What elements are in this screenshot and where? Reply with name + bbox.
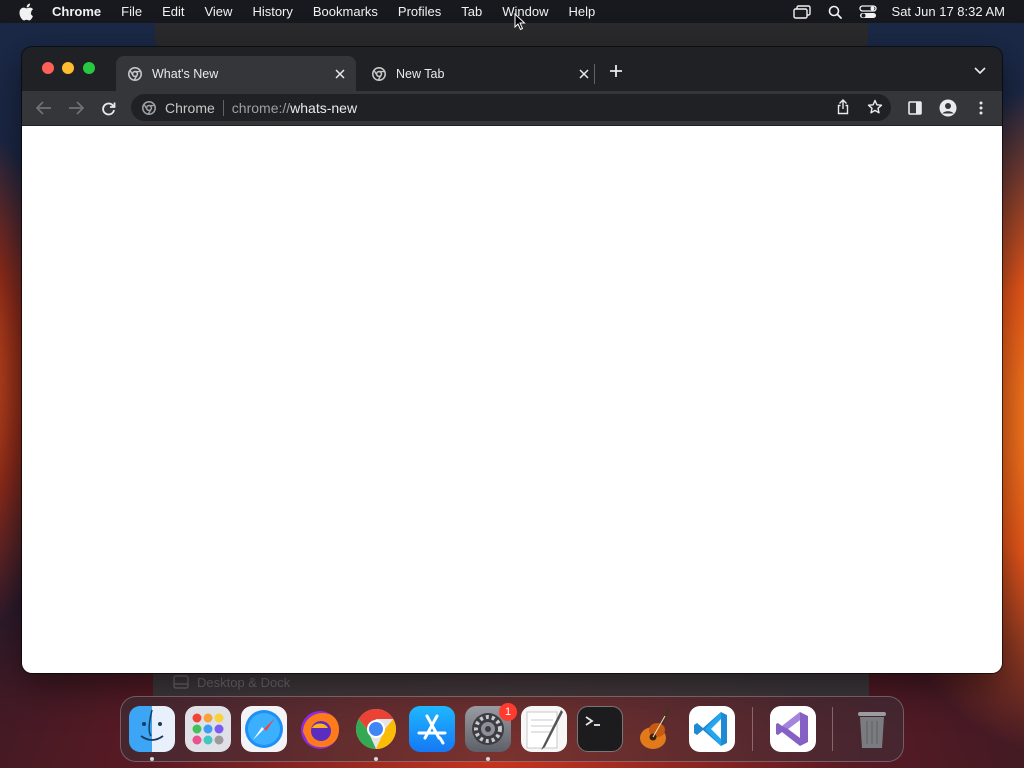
spotlight-search-icon[interactable]	[826, 4, 844, 20]
tab-title: What's New	[152, 66, 219, 81]
textedit-icon[interactable]	[521, 706, 567, 752]
finder-icon[interactable]	[129, 706, 175, 752]
visual-studio-icon[interactable]	[770, 706, 816, 752]
trash-icon[interactable]	[849, 706, 895, 752]
notification-badge: 1	[499, 703, 517, 721]
chrome-logo-icon	[128, 66, 142, 81]
share-icon[interactable]	[833, 97, 853, 117]
close-tab-icon[interactable]	[332, 66, 348, 82]
running-indicator	[374, 757, 378, 761]
tab-strip: What's New New Tab	[22, 47, 1002, 91]
menu-bar: Chrome File Edit View History Bookmarks …	[0, 0, 1024, 23]
background-window-label: Desktop & Dock	[197, 675, 291, 690]
background-window-top	[155, 23, 868, 47]
back-arrow-icon[interactable]	[33, 97, 55, 119]
control-center-icon[interactable]	[858, 4, 877, 20]
url-host: whats-new	[290, 99, 358, 116]
tab-search-chevron-icon[interactable]	[972, 63, 988, 79]
more-menu-icon[interactable]	[970, 97, 992, 119]
safari-icon[interactable]	[241, 706, 287, 752]
url-scheme: chrome://	[231, 99, 291, 116]
launchpad-icon[interactable]	[185, 706, 231, 752]
menu-clock[interactable]: Sat Jun 17 8:32 AM	[892, 4, 1005, 19]
close-window-button[interactable]	[42, 62, 54, 74]
firefox-icon[interactable]	[297, 706, 343, 752]
omnibox-divider	[222, 99, 224, 116]
reload-icon[interactable]	[97, 97, 119, 119]
running-indicator	[486, 757, 490, 761]
background-window-bottom: Desktop & Dock	[153, 672, 869, 696]
page-content-area[interactable]	[22, 126, 1002, 673]
menu-history[interactable]: History	[252, 4, 292, 19]
visual-studio-code-icon[interactable]	[689, 706, 735, 752]
forward-arrow-icon[interactable]	[65, 97, 87, 119]
chrome-window: What's New New Tab Chrome chrome:// what…	[22, 47, 1002, 673]
dock: 1	[120, 696, 904, 762]
bookmark-star-icon[interactable]	[865, 97, 885, 117]
tab-title: New Tab	[396, 66, 445, 81]
menu-app-name[interactable]: Chrome	[52, 4, 101, 19]
apple-menu-icon[interactable]	[18, 3, 36, 21]
dock-separator	[832, 707, 833, 751]
tab-separator	[594, 64, 595, 84]
terminal-icon[interactable]	[577, 706, 623, 752]
close-tab-icon[interactable]	[576, 66, 592, 82]
tab-whats-new[interactable]: What's New	[116, 56, 356, 91]
tab-new-tab[interactable]: New Tab	[360, 56, 600, 91]
menu-profiles[interactable]: Profiles	[398, 4, 441, 19]
dock-separator	[752, 707, 753, 751]
menu-bookmarks[interactable]: Bookmarks	[313, 4, 378, 19]
menu-help[interactable]: Help	[569, 4, 596, 19]
address-bar[interactable]: Chrome chrome://whats-new	[131, 94, 891, 121]
chrome-site-icon[interactable]	[141, 100, 157, 116]
profile-avatar-icon[interactable]	[937, 97, 959, 119]
sidebar-icon	[173, 675, 189, 694]
menu-view[interactable]: View	[204, 4, 232, 19]
omnibox-chip: Chrome	[165, 99, 215, 116]
app-store-icon[interactable]	[409, 706, 455, 752]
menu-tab[interactable]: Tab	[461, 4, 482, 19]
menu-edit[interactable]: Edit	[162, 4, 184, 19]
chrome-logo-icon	[372, 66, 386, 81]
garageband-icon[interactable]	[633, 706, 679, 752]
side-panel-icon[interactable]	[904, 97, 926, 119]
menu-file[interactable]: File	[121, 4, 142, 19]
running-indicator	[150, 757, 154, 761]
mouse-cursor-icon	[514, 12, 526, 36]
zoom-window-button[interactable]	[83, 62, 95, 74]
google-chrome-icon[interactable]	[353, 706, 399, 752]
browser-toolbar: Chrome chrome://whats-new	[22, 91, 1002, 125]
new-tab-plus-icon[interactable]	[607, 62, 625, 80]
minimize-window-button[interactable]	[62, 62, 74, 74]
screen-mirroring-icon[interactable]	[792, 4, 811, 20]
status-area: Sat Jun 17 8:32 AM	[792, 0, 1024, 23]
